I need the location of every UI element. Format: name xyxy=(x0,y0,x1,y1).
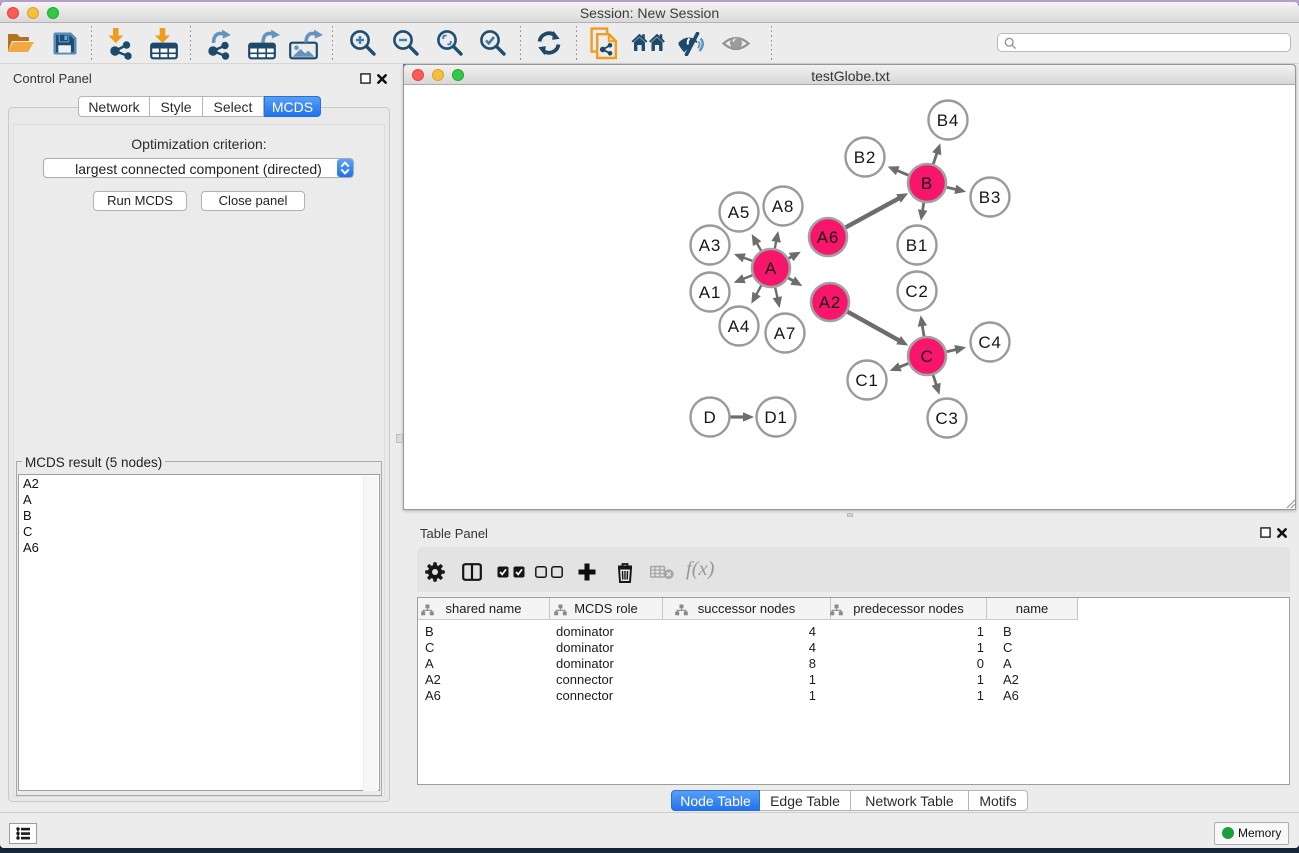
svg-text:A: A xyxy=(765,259,777,278)
svg-text:A8: A8 xyxy=(772,197,794,216)
svg-text:A4: A4 xyxy=(728,317,750,336)
svg-text:C3: C3 xyxy=(935,409,958,428)
svg-text:A3: A3 xyxy=(699,236,721,255)
svg-text:C: C xyxy=(920,347,933,366)
svg-text:B: B xyxy=(921,174,933,193)
svg-text:A5: A5 xyxy=(728,203,750,222)
svg-text:C2: C2 xyxy=(905,282,928,301)
svg-text:D: D xyxy=(703,408,716,427)
svg-text:B1: B1 xyxy=(906,236,928,255)
svg-text:D1: D1 xyxy=(764,408,787,427)
svg-text:B2: B2 xyxy=(854,148,876,167)
svg-text:C1: C1 xyxy=(855,371,878,390)
svg-text:A7: A7 xyxy=(774,324,796,343)
svg-text:A6: A6 xyxy=(817,228,839,247)
svg-text:A1: A1 xyxy=(699,283,721,302)
svg-text:C4: C4 xyxy=(978,333,1001,352)
svg-text:B3: B3 xyxy=(979,188,1001,207)
svg-text:B4: B4 xyxy=(937,111,959,130)
svg-text:A2: A2 xyxy=(819,293,841,312)
